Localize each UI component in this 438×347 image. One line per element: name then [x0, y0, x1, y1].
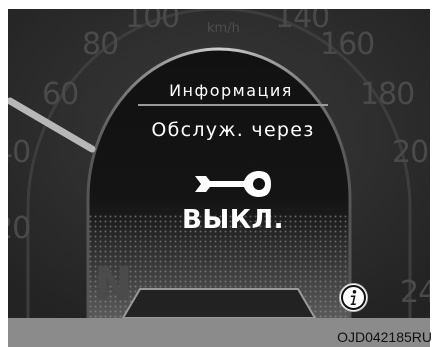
title-divider	[138, 104, 328, 106]
image-code-label: OJD042185RU	[337, 329, 432, 345]
scale-label-40: 40	[8, 135, 31, 170]
scale-label-200: 200	[392, 135, 430, 170]
wrench-icon	[195, 171, 271, 197]
scale-label-80: 80	[82, 27, 119, 62]
info-icon	[341, 285, 366, 310]
instrument-cluster-display: 100 140 80 160 60 180 40 200 20 240 km/h…	[8, 9, 430, 318]
scale-label-160: 160	[320, 27, 375, 62]
speed-unit-label: km/h	[207, 21, 240, 36]
status-value: ВЫКЛ.	[182, 205, 284, 235]
service-interval-item: Обслуж. через	[151, 119, 315, 141]
scale-label-100: 100	[125, 9, 180, 35]
info-button[interactable]	[339, 283, 368, 312]
scale-label-60: 60	[42, 77, 79, 112]
cluster-photo: 100 140 80 160 60 180 40 200 20 240 km/h…	[0, 0, 438, 347]
scale-label-20: 20	[8, 211, 31, 246]
scale-label-240: 240	[400, 275, 430, 310]
menu-title: Информация	[169, 81, 293, 100]
scale-label-180: 180	[360, 77, 415, 112]
gear-indicator: N	[94, 257, 133, 311]
